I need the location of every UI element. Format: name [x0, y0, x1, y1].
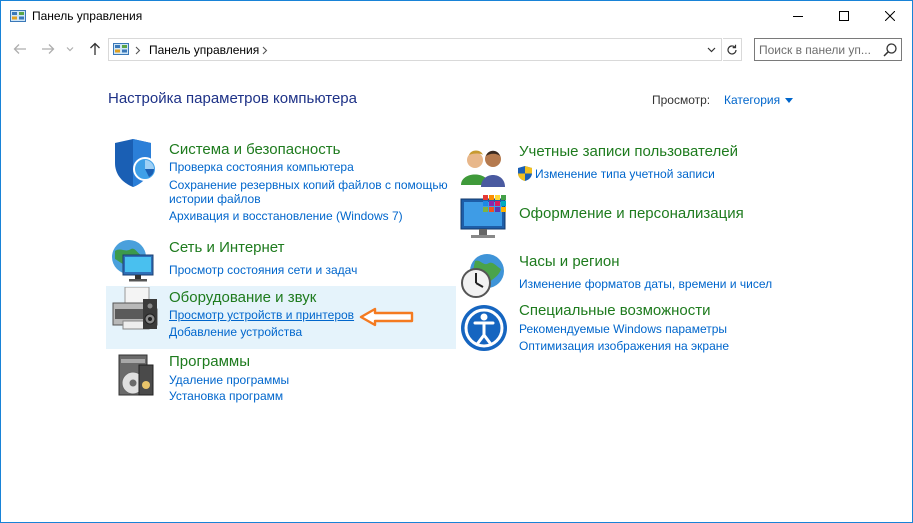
title-bar[interactable]: Панель управления — [1, 1, 912, 31]
category-title-accounts[interactable]: Учетные записи пользователей — [519, 143, 738, 160]
close-icon — [885, 11, 895, 21]
category-title-programs[interactable]: Программы — [169, 353, 250, 370]
category-title-network[interactable]: Сеть и Интернет — [169, 239, 285, 256]
maximize-button[interactable] — [821, 1, 867, 31]
category-programs: Программы Удаление программы Установка п… — [109, 351, 454, 403]
arrow-right-icon — [42, 44, 55, 54]
search-icon[interactable] — [882, 42, 898, 58]
control-panel-icon — [10, 10, 26, 22]
link-devices-printers[interactable]: Просмотр устройств и принтеров — [169, 307, 354, 323]
chevron-right-icon[interactable] — [262, 46, 268, 55]
category-appearance: Оформление и персонализация — [459, 193, 879, 243]
uac-shield-icon — [518, 166, 532, 181]
view-by-value: Категория — [724, 93, 781, 107]
refresh-button[interactable] — [723, 38, 742, 61]
recent-locations-button[interactable] — [63, 38, 77, 60]
arrow-left-icon — [13, 44, 26, 54]
category-ease-of-access: Специальные возможности Рекомендуемые Wi… — [459, 302, 879, 358]
shield-icon — [115, 139, 157, 187]
link-check-computer-status[interactable]: Проверка состояния компьютера — [169, 159, 354, 175]
up-button[interactable] — [84, 38, 106, 60]
view-by-label: Просмотр: — [652, 93, 711, 107]
page-title: Настройка параметров компьютера — [108, 90, 357, 107]
category-title-clock[interactable]: Часы и регион — [519, 253, 620, 270]
ease-of-access-icon — [461, 305, 507, 351]
maximize-icon — [839, 11, 849, 21]
category-title-appearance[interactable]: Оформление и персонализация — [519, 205, 744, 222]
control-panel-icon — [113, 43, 129, 55]
category-clock-region: Часы и регион Изменение форматов даты, в… — [459, 251, 879, 298]
caret-down-icon — [785, 97, 794, 103]
network-globe-icon — [112, 240, 154, 282]
forward-button[interactable] — [37, 38, 59, 60]
minimize-icon — [793, 16, 803, 17]
view-by-dropdown[interactable]: Категория — [724, 93, 794, 107]
category-title-hardware[interactable]: Оборудование и звук — [169, 289, 316, 306]
link-install-program[interactable]: Установка программ — [169, 388, 283, 404]
link-uninstall-program[interactable]: Удаление программы — [169, 372, 289, 388]
back-button[interactable] — [9, 38, 31, 60]
clock-globe-icon — [461, 254, 504, 298]
chevron-down-icon — [707, 47, 715, 53]
link-add-device[interactable]: Добавление устройства — [169, 324, 302, 340]
link-optimize-display[interactable]: Оптимизация изображения на экране — [519, 338, 729, 354]
category-system-security: Система и безопасность Проверка состояни… — [109, 139, 454, 229]
category-title-ease[interactable]: Специальные возможности — [519, 302, 711, 319]
link-network-status[interactable]: Просмотр состояния сети и задач — [169, 262, 357, 278]
programs-disc-icon — [118, 354, 154, 396]
chevron-down-icon — [66, 47, 74, 52]
breadcrumb-control-panel[interactable]: Панель управления — [149, 43, 259, 57]
chevron-right-icon[interactable] — [135, 46, 141, 55]
link-change-account-type[interactable]: Изменение типа учетной записи — [535, 166, 715, 182]
window-title: Панель управления — [32, 9, 143, 23]
address-bar[interactable]: Панель управления — [108, 38, 722, 61]
monitor-palette-icon — [460, 195, 506, 238]
category-title-system[interactable]: Система и безопасность — [169, 141, 340, 158]
control-panel-window: Панель управления Панель управления Поис… — [0, 0, 913, 523]
arrow-up-icon — [90, 42, 100, 55]
orange-arrow-annotation — [359, 307, 414, 327]
users-icon — [461, 150, 505, 187]
minimize-button[interactable] — [775, 1, 821, 31]
link-file-history-backup-cont[interactable]: истории файлов — [169, 191, 261, 207]
refresh-icon — [727, 44, 737, 55]
close-button[interactable] — [867, 1, 913, 31]
link-change-date-formats[interactable]: Изменение форматов даты, времени и чисел — [519, 276, 772, 292]
navigation-bar: Панель управления — [1, 35, 912, 63]
search-box[interactable] — [754, 38, 902, 61]
printer-icon — [112, 287, 158, 330]
category-network-internet: Сеть и Интернет Просмотр состояния сети … — [109, 237, 454, 282]
link-recommended-settings[interactable]: Рекомендуемые Windows параметры — [519, 321, 727, 337]
address-dropdown-button[interactable] — [702, 41, 720, 59]
search-input[interactable] — [759, 41, 877, 58]
link-backup-restore-win7[interactable]: Архивация и восстановление (Windows 7) — [169, 208, 403, 224]
category-user-accounts: Учетные записи пользователей Изменение т… — [459, 141, 879, 189]
